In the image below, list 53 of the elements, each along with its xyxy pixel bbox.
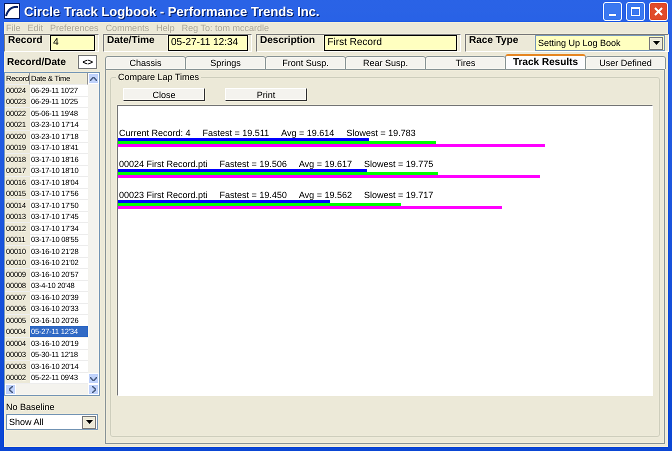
dropdown-arrow-icon xyxy=(86,420,92,424)
tab[interactable]: Track Results xyxy=(505,54,586,69)
minimize-button[interactable] xyxy=(603,2,622,20)
field-label: Date/Time xyxy=(107,35,156,46)
chevron-down-icon xyxy=(90,376,97,380)
fastest-time: Fastest = 19.506 xyxy=(220,159,287,169)
result-label: 00024 First Record.pti xyxy=(119,159,208,169)
fastest-time: Fastest = 19.450 xyxy=(220,190,287,200)
baseline-label: No Baseline xyxy=(5,402,56,412)
action-button[interactable]: Print xyxy=(225,88,307,101)
scroll-down-button[interactable] xyxy=(88,373,99,384)
dropdown-arrow-icon xyxy=(652,41,660,45)
result-label: 00023 First Record.pti xyxy=(119,190,208,200)
panel-title: Record/Date xyxy=(7,56,66,68)
close-button[interactable] xyxy=(649,2,668,20)
average-time: Avg = 19.617 xyxy=(298,159,352,169)
window-title: Circle Track Logbook - Performance Trends Inc. xyxy=(24,4,320,18)
toggle-button[interactable]: <> xyxy=(78,55,97,69)
filter-dropdown[interactable]: Show All xyxy=(6,414,98,430)
slowest-time: Slowest = 19.717 xyxy=(364,190,434,200)
chevron-left-icon xyxy=(8,386,12,393)
chevron-right-icon xyxy=(92,386,96,393)
tab[interactable]: Tires xyxy=(425,56,506,69)
record-list[interactable] xyxy=(4,72,100,396)
tab[interactable]: User Defined xyxy=(585,56,666,69)
input-field[interactable]: 4 xyxy=(50,35,95,51)
action-button[interactable]: Close xyxy=(123,88,205,101)
tab[interactable]: Front Susp. xyxy=(265,56,346,69)
result-label: Current Record: 4 xyxy=(119,128,191,138)
minimize-icon xyxy=(609,14,616,16)
maximize-button[interactable] xyxy=(626,2,645,20)
slowest-time: Slowest = 19.775 xyxy=(364,159,434,169)
maximize-icon xyxy=(631,6,640,16)
slowest-time: Slowest = 19.783 xyxy=(346,128,416,138)
field-label: Record xyxy=(8,35,44,46)
average-time: Avg = 19.562 xyxy=(298,190,352,200)
scroll-left-button[interactable] xyxy=(5,384,16,395)
field-label: Race Type xyxy=(469,35,520,46)
group-title: Compare Lap Times xyxy=(116,72,202,82)
fastest-time: Fastest = 19.511 xyxy=(202,128,270,138)
chevron-up-icon xyxy=(90,76,97,80)
tab[interactable]: Chassis xyxy=(105,56,186,69)
race-type-dropdown[interactable]: Setting Up Log Book xyxy=(535,35,665,51)
tab[interactable]: Springs xyxy=(185,56,266,69)
tab[interactable]: Rear Susp. xyxy=(345,56,426,69)
input-field[interactable]: First Record xyxy=(324,35,457,51)
average-time: Avg = 19.614 xyxy=(281,128,334,138)
close-icon xyxy=(654,6,663,16)
app-icon xyxy=(4,3,20,19)
scroll-right-button[interactable] xyxy=(88,384,99,395)
input-field[interactable]: 05-27-11 12:34 xyxy=(168,35,248,51)
scroll-up-button[interactable] xyxy=(88,73,99,84)
field-label: Description xyxy=(260,35,316,46)
